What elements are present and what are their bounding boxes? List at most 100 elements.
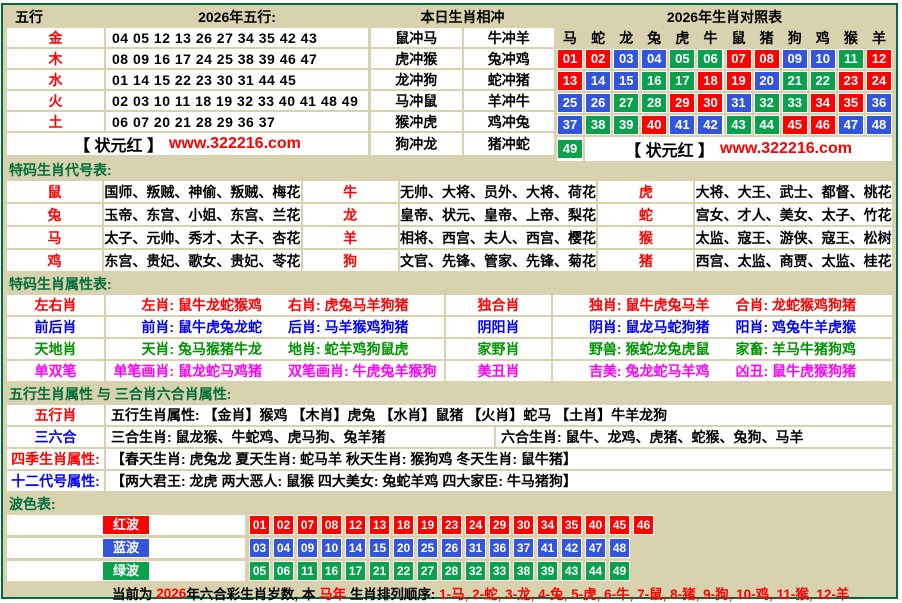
brand-url[interactable]: www.322216.com [169,135,301,153]
zodiac-number-cell: 11 [838,49,864,69]
zodiac-number-cell: 41 [669,115,695,135]
bose-number: 45 [610,516,629,534]
attribute-value: 阳肖: 鸡兔牛羊虎猴 [736,317,857,337]
brand-url[interactable]: www.322216.com [720,140,852,158]
zodiac-animal: 鸡 [810,28,836,48]
zodiac-number: 36 [867,94,891,112]
attribute-value: 【两大君王: 龙虎 两大恶人: 鼠猴 四大美女: 兔蛇羊鸡 四大家臣: 牛马猪狗… [106,471,892,491]
bose-number: 06 [274,562,293,580]
zodiac-animal: 蛇 [585,28,611,48]
zodiac-codes: 无帅、大将、员外、大将、荷花 [400,181,597,202]
bose-row-blue: 蓝波 03040910141520252631363741424748 [7,538,892,558]
zodiac-number-cell: 46 [810,115,836,135]
top-tables-row: 五行 2026年五行: 金 04 05 12 13 26 27 34 35 42… [7,7,892,157]
bose-number: 39 [538,562,557,580]
bose-number: 44 [586,562,605,580]
bose-number: 19 [418,516,437,534]
zodiac-row: 373839404142434445464748 [557,115,892,135]
table-row: 虎冲猴 兔冲鸡 [371,49,554,68]
bose-label: 蓝波 [103,539,149,557]
zodiac-number-cell: 29 [669,93,695,113]
zodiac-number-cell: 43 [726,115,752,135]
table-row: 五行肖 五行生肖属性: 【金肖】猴鸡 【木肖】虎兔 【水肖】鼠猪 【火肖】蛇马 … [7,405,892,425]
attribute-value: 双笔画肖: 牛虎兔羊猴狗 [288,361,437,381]
bose-number: 13 [370,516,389,534]
zodiac-number-cell: 13 [557,71,583,91]
bose-number: 01 [250,516,269,534]
zodiac-number-cell: 10 [810,49,836,69]
attribute-category: 美丑肖 [446,361,551,381]
bose-number: 08 [322,516,341,534]
zodiac-number: 27 [614,94,638,112]
zodiac-number-cell: 03 [613,49,639,69]
section-title-wuxing-attr: 五行生肖属性 与 三合肖六合肖属性: [7,386,892,403]
element-label: 土 [7,112,104,131]
attribute-value: 天肖: 兔马猴猪牛龙 [141,339,262,359]
zodiac-header-row: 2026年生肖对照表 [557,7,892,26]
zodiac-animal: 龙 [613,28,639,48]
zodiac-number-cell: 48 [866,115,892,135]
zodiac-number: 18 [698,72,722,90]
attribute-values: 左肖: 鼠牛龙蛇猴鸡 右肖: 虎兔马羊狗猪 [106,295,444,315]
zodiac-number: 38 [586,116,610,134]
attribute-value: 独肖: 鼠牛虎兔马羊 [589,295,710,315]
bose-number: 37 [514,539,533,557]
attribute-values: 吉美: 兔龙蛇马羊鸡 凶丑: 鼠牛虎猴狗猪 [553,361,892,381]
zodiac-animal: 猪 [754,28,780,48]
zodiac-number: 10 [811,50,835,68]
bose-number: 10 [322,539,341,557]
attribute-category: 天地肖 [7,339,104,359]
zodiac-animal: 兔 [641,28,667,48]
chong-pair: 猴冲虎 [371,112,462,131]
attribute-value: 六合生肖: 鼠牛、龙鸡、虎猪、蛇猴、兔狗、马羊 [496,427,892,447]
brand-cell: 【 状元红 】 www.322216.com [585,137,892,161]
bose-label: 绿波 [103,562,149,580]
chong-pair: 猪冲蛇 [464,133,555,155]
zodiac-label: 鼠 [7,181,102,202]
table-row: 三六合 三合生肖: 鼠龙猴、牛蛇鸡、虎马狗、兔羊猪 六合生肖: 鼠牛、龙鸡、虎猪… [7,427,892,447]
attribute-row: 左右肖 左肖: 鼠牛龙蛇猴鸡 右肖: 虎兔马羊狗猪 独合肖 独肖: 鼠牛虎兔马羊… [7,295,892,315]
zodiac-number: 40 [642,116,666,134]
zodiac-number-cell: 39 [613,115,639,135]
zodiac-number-cell: 24 [866,71,892,91]
zodiac-number-cell: 35 [838,93,864,113]
zodiac-codes: 国师、叛贼、神偷、叛贼、梅花 [104,181,301,202]
wuxing-header-label: 五行 [7,7,104,26]
zodiac-codes: 西宫、太监、商贾、太监、桂花 [695,250,892,271]
table-row: 狗冲龙 猪冲蛇 [371,133,554,155]
zodiac-number-cell: 30 [697,93,723,113]
zodiac-number: 01 [558,50,582,68]
attribute-value: 凶丑: 鼠牛虎猴狗猪 [736,361,857,381]
zodiac-label: 虎 [598,181,693,202]
zodiac-number-cell: 32 [754,93,780,113]
zodiac-number-rows: 0102030405060708091011121314151617181920… [557,49,892,137]
attribute-row: 天地肖 天肖: 兔马猴猪牛龙 地肖: 蛇羊鸡狗鼠虎 家野肖 野兽: 猴蛇龙兔虎鼠… [7,339,892,359]
zodiac-row: 010203040506070809101112 [557,49,892,69]
zodiac-animals-row: 马蛇龙兔虎牛鼠猪狗鸡猴羊 [557,28,892,47]
wuxing-header-row: 五行 2026年五行: [7,7,368,26]
zodiac-animal: 鼠 [726,28,752,48]
table-row: 木 08 09 16 17 24 25 38 39 46 47 [7,49,368,68]
zodiac-number-cell: 44 [754,115,780,135]
zodiac-codes: 宫女、才人、美女、太子、竹花 [695,204,892,225]
wuxing-table: 五行 2026年五行: 金 04 05 12 13 26 27 34 35 42… [7,7,368,157]
chong-pair: 牛冲羊 [464,28,555,47]
bose-label: 红波 [103,516,149,534]
bose-number: 46 [634,516,653,534]
attribute-values: 单笔画肖: 鼠龙蛇马鸡猪 双笔画肖: 牛虎兔羊猴狗 [106,361,444,381]
zodiac-number-cell: 42 [697,115,723,135]
footer-text-segment: 当前为 [112,583,156,603]
zodiac-number-cell: 26 [585,93,611,113]
bose-number: 47 [586,539,605,557]
bose-number: 48 [610,539,629,557]
chong-pair: 羊冲牛 [464,91,555,110]
daihao-table: 鼠 国师、叛贼、神偷、叛贼、梅花 牛 无帅、大将、员外、大将、荷花 虎 大将、大… [7,181,892,271]
table-row: 兔 玉帝、东宫、小姐、东宫、兰花 龙 皇帝、状元、皇帝、上帝、梨花 蛇 宫女、才… [7,204,892,225]
zodiac-number: 47 [839,116,863,134]
table-row: 【 状元红 】 www.322216.com [7,133,368,155]
bose-number: 40 [586,516,605,534]
zodiac-label: 猴 [598,227,693,248]
element-numbers: 01 14 15 22 23 30 31 44 45 [106,70,368,89]
bose-number: 32 [466,562,485,580]
footer-text-segment: 1-马, 2-蛇, 3-龙, 4-兔, 5-虎, 6-牛, 7-鼠, 8-猪, … [439,583,849,603]
